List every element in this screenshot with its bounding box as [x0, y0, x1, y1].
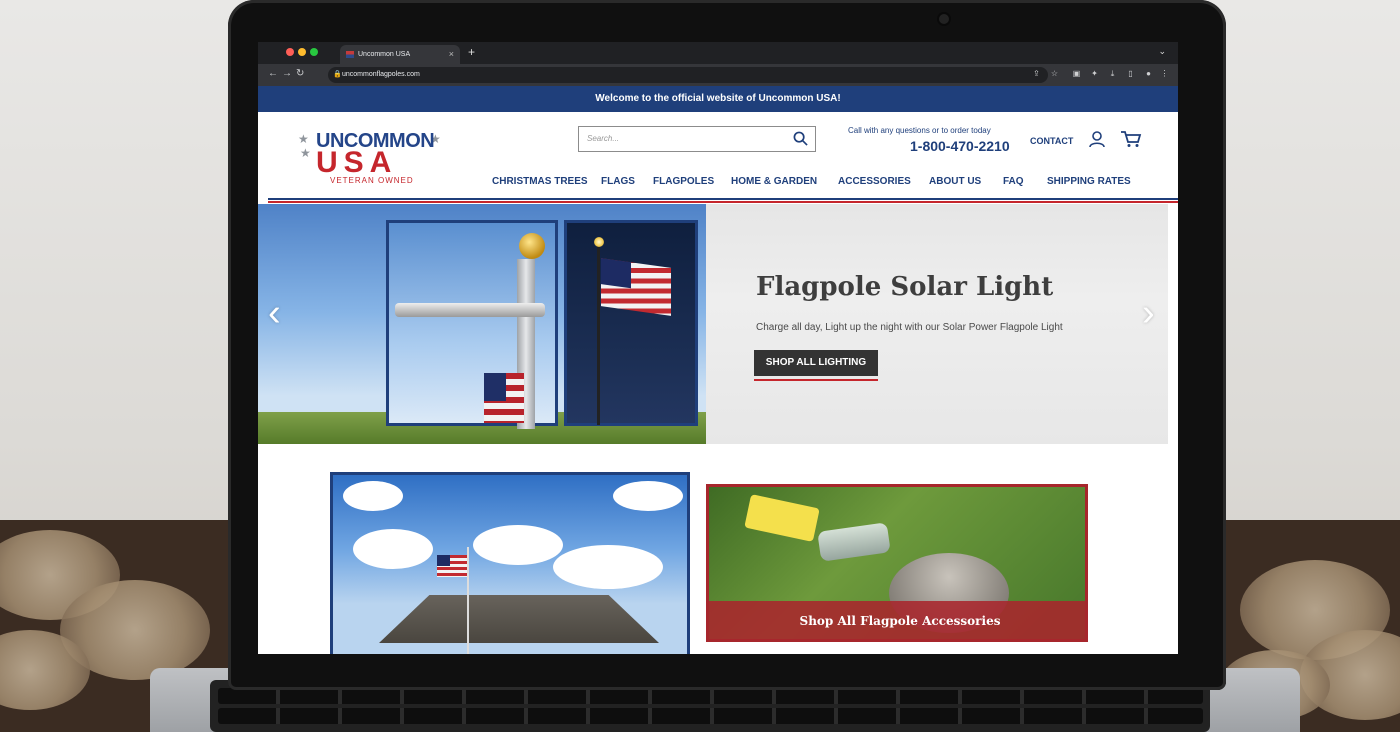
minimize-window-button[interactable]	[298, 48, 306, 56]
night-flag-photo	[564, 220, 698, 426]
logo-tagline: VETERAN OWNED	[330, 176, 414, 185]
flagpole-image	[597, 245, 600, 425]
tab-bar-edge	[258, 42, 276, 64]
button-underline	[754, 379, 878, 381]
close-window-button[interactable]	[286, 48, 294, 56]
keyboard-row	[218, 708, 1203, 724]
lock-icon: 🔒	[333, 71, 342, 78]
contact-link[interactable]: CONTACT	[1030, 136, 1073, 146]
nav-about-us[interactable]: ABOUT US	[929, 176, 981, 187]
address-bar[interactable]: 🔒 uncommonflagpoles.com	[328, 67, 1048, 83]
us-flag-image	[601, 258, 671, 316]
welcome-banner: Welcome to the official website of Uncom…	[258, 86, 1178, 112]
tab-search-chevron-icon[interactable]: ⌄	[1158, 46, 1166, 57]
browser-toolbar: ← → ↻ 🔒 uncommonflagpoles.com ⇪ ☆ ▣ ✦ ⤓ …	[258, 64, 1178, 86]
flag-favicon-icon	[346, 51, 354, 58]
slider-prev-arrow-icon[interactable]: ‹	[268, 292, 281, 335]
nav-home-garden[interactable]: HOME & GARDEN	[731, 176, 817, 187]
site-logo[interactable]: ★ ★ ★ UNCOMMON USA VETERAN OWNED	[298, 130, 448, 186]
search-box[interactable]: Search...	[578, 126, 816, 152]
back-icon[interactable]: ←	[268, 68, 278, 79]
logo-star-icon: ★	[300, 146, 311, 160]
flag-image	[484, 373, 524, 423]
shop-accessories-label[interactable]: Shop All Flagpole Accessories	[709, 601, 1085, 639]
webcam	[939, 14, 949, 24]
call-prompt: Call with any questions or to order toda…	[848, 126, 991, 135]
solar-light-photo	[386, 220, 558, 429]
site-header: ★ ★ ★ UNCOMMON USA VETERAN OWNED Search.…	[258, 112, 1178, 204]
logo-text-usa: USA	[316, 146, 398, 179]
main-nav: CHRISTMAS TREES FLAGS FLAGPOLES HOME & G…	[492, 176, 1142, 194]
new-tab-button[interactable]: +	[468, 45, 475, 59]
hero-title: Flagpole Solar Light	[756, 272, 1054, 302]
extension-s-icon[interactable]: ▣	[1072, 69, 1081, 78]
browser-tab-bar: Uncommon USA × + ⌄	[276, 42, 1178, 64]
slider-next-arrow-icon[interactable]: ›	[1142, 292, 1155, 335]
flagpole-image	[467, 547, 469, 654]
laptop-screen: Uncommon USA × + ⌄ ← → ↻ 🔒 uncommonflagp…	[258, 42, 1178, 654]
promo-card-accessories[interactable]: Shop All Flagpole Accessories	[706, 484, 1088, 642]
us-flag-image	[437, 555, 467, 577]
share-icon[interactable]: ⇪	[1032, 69, 1041, 78]
nav-accessories[interactable]: ACCESSORIES	[838, 176, 911, 187]
header-divider-blue	[268, 198, 1178, 200]
clip-hardware-image	[817, 522, 891, 562]
yellow-tag-image	[744, 494, 820, 542]
keyboard-row	[218, 688, 1203, 704]
shop-all-lighting-button[interactable]: SHOP ALL LIGHTING	[754, 350, 878, 376]
search-input[interactable]: Search...	[587, 134, 619, 143]
nav-faq[interactable]: FAQ	[1003, 176, 1024, 187]
maximize-window-button[interactable]	[310, 48, 318, 56]
forward-icon[interactable]: →	[282, 68, 292, 79]
cart-icon[interactable]	[1120, 130, 1142, 148]
solar-lamp-image	[395, 303, 545, 317]
nav-shipping-rates[interactable]: SHIPPING RATES	[1047, 176, 1131, 187]
download-icon[interactable]: ⤓	[1108, 69, 1117, 78]
search-icon[interactable]	[793, 131, 808, 146]
solar-glow-image	[594, 237, 604, 247]
user-icon[interactable]	[1088, 130, 1106, 148]
logo-star-icon: ★	[298, 132, 309, 146]
house-roof-image	[379, 595, 659, 643]
profile-icon[interactable]: ●	[1144, 69, 1153, 78]
extensions-icon[interactable]: ✦	[1090, 69, 1099, 78]
menu-icon[interactable]: ⋮	[1160, 69, 1169, 78]
sidebar-icon[interactable]: ▯	[1126, 69, 1135, 78]
tab-title: Uncommon USA	[358, 51, 411, 58]
star-icon[interactable]: ☆	[1050, 69, 1059, 78]
reload-icon[interactable]: ↻	[296, 68, 304, 79]
url-text: uncommonflagpoles.com	[342, 71, 420, 78]
nav-christmas-trees[interactable]: CHRISTMAS TREES	[492, 176, 588, 187]
gold-finial-image	[519, 233, 545, 259]
hero-slider: Flagpole Solar Light Charge all day, Lig…	[258, 204, 1168, 444]
phone-number[interactable]: 1-800-470-2210	[910, 138, 1010, 154]
tab-close-icon[interactable]: ×	[449, 45, 454, 64]
nav-flagpoles[interactable]: FLAGPOLES	[653, 176, 714, 187]
nav-flags[interactable]: FLAGS	[601, 176, 635, 187]
promo-card-flagpoles[interactable]	[330, 472, 690, 654]
hero-subtitle: Charge all day, Light up the night with …	[756, 322, 1063, 333]
header-divider-red	[268, 201, 1178, 203]
browser-tab[interactable]: Uncommon USA ×	[340, 45, 460, 64]
